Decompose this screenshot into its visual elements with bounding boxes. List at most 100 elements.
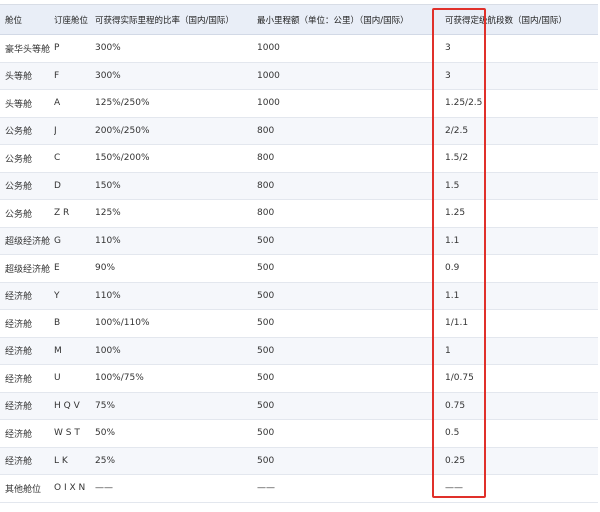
booking-class-cell: M bbox=[54, 345, 62, 356]
header-min-mileage: 最小里程额（单位：公里）（国内/国际） bbox=[257, 15, 409, 26]
mileage-ratio-cell: 150%/200% bbox=[95, 153, 150, 164]
tier-segments-cell: 1.1 bbox=[445, 290, 460, 301]
booking-class-cell: F bbox=[54, 70, 60, 81]
mileage-ratio-cell: 100%/110% bbox=[95, 318, 150, 329]
mileage-ratio-cell: 110% bbox=[95, 290, 121, 301]
tier-segments-cell: 1.25/2.5 bbox=[445, 98, 483, 109]
min-mileage-cell: 800 bbox=[257, 153, 275, 164]
cabin-cell: 经济舱 bbox=[5, 374, 33, 385]
booking-class-cell: D bbox=[54, 180, 61, 191]
min-mileage-cell: 500 bbox=[257, 345, 275, 356]
table-row: 其他舱位 O I X N —— —— —— bbox=[0, 475, 598, 503]
table-row: 经济舱 W S T 50% 500 0.5 bbox=[0, 420, 598, 448]
cabin-cell: 超级经济舱 bbox=[5, 264, 51, 275]
min-mileage-cell: 800 bbox=[257, 208, 275, 219]
min-mileage-cell: 1000 bbox=[257, 98, 280, 109]
tier-segments-cell: 0.9 bbox=[445, 263, 460, 274]
cabin-cell: 超级经济舱 bbox=[5, 237, 51, 248]
header-cabin: 舱位 bbox=[5, 15, 23, 26]
tier-segments-cell: 0.5 bbox=[445, 428, 460, 439]
mileage-ratio-cell: 100%/75% bbox=[95, 373, 144, 384]
booking-class-cell: H Q V bbox=[54, 400, 80, 411]
min-mileage-cell: 500 bbox=[257, 400, 275, 411]
mileage-ratio-cell: 100% bbox=[95, 345, 121, 356]
booking-class-cell: L K bbox=[54, 455, 68, 466]
tier-segments-cell: 0.25 bbox=[445, 455, 466, 466]
cabin-cell: 头等舱 bbox=[5, 72, 33, 83]
tier-segments-cell: 3 bbox=[445, 43, 451, 54]
min-mileage-cell: 500 bbox=[257, 263, 275, 274]
booking-class-cell: O I X N bbox=[54, 483, 86, 494]
mileage-ratio-cell: 300% bbox=[95, 43, 121, 54]
tier-segments-cell: 1.5/2 bbox=[445, 153, 469, 164]
tier-segments-cell: 1/0.75 bbox=[445, 373, 474, 384]
cabin-cell: 公务舱 bbox=[5, 154, 33, 165]
tier-segments-cell: —— bbox=[445, 483, 463, 494]
cabin-cell: 公务舱 bbox=[5, 182, 33, 193]
cabin-cell: 经济舱 bbox=[5, 402, 33, 413]
booking-class-cell: J bbox=[54, 125, 57, 136]
booking-class-cell: G bbox=[54, 235, 61, 246]
header-booking-class: 订座舱位 bbox=[54, 15, 89, 26]
table-row: 经济舱 H Q V 75% 500 0.75 bbox=[0, 392, 598, 420]
table-row: 经济舱 Y 110% 500 1.1 bbox=[0, 282, 598, 310]
header-mileage-ratio: 可获得实际里程的比率（国内/国际） bbox=[95, 15, 234, 26]
table-row: 公务舱 D 150% 800 1.5 bbox=[0, 172, 598, 200]
min-mileage-cell: 1000 bbox=[257, 43, 280, 54]
table-row: 公务舱 J 200%/250% 800 2/2.5 bbox=[0, 117, 598, 145]
min-mileage-cell: 500 bbox=[257, 318, 275, 329]
min-mileage-cell: 500 bbox=[257, 455, 275, 466]
table-row: 头等舱 F 300% 1000 3 bbox=[0, 62, 598, 90]
table-row: 经济舱 B 100%/110% 500 1/1.1 bbox=[0, 310, 598, 338]
table-row: 经济舱 L K 25% 500 0.25 bbox=[0, 447, 598, 475]
min-mileage-cell: 1000 bbox=[257, 70, 280, 81]
cabin-cell: 其他舱位 bbox=[5, 484, 42, 495]
tier-segments-cell: 2/2.5 bbox=[445, 125, 469, 136]
min-mileage-cell: 800 bbox=[257, 125, 275, 136]
cabin-cell: 头等舱 bbox=[5, 99, 33, 110]
min-mileage-cell: 500 bbox=[257, 428, 275, 439]
tier-segments-cell: 1.25 bbox=[445, 208, 466, 219]
min-mileage-cell: 800 bbox=[257, 180, 275, 191]
cabin-mileage-table: 舱位 订座舱位 可获得实际里程的比率（国内/国际） 最小里程额（单位：公里）（国… bbox=[0, 4, 598, 503]
tier-segments-cell: 1.5 bbox=[445, 180, 460, 191]
booking-class-cell: C bbox=[54, 153, 61, 164]
mileage-ratio-cell: 110% bbox=[95, 235, 121, 246]
table-row: 经济舱 M 100% 500 1 bbox=[0, 337, 598, 365]
tier-segments-cell: 1 bbox=[445, 345, 451, 356]
booking-class-cell: A bbox=[54, 98, 61, 109]
table-row: 公务舱 C 150%/200% 800 1.5/2 bbox=[0, 145, 598, 173]
booking-class-cell: W S T bbox=[54, 428, 80, 439]
cabin-cell: 经济舱 bbox=[5, 429, 33, 440]
table-header-row: 舱位 订座舱位 可获得实际里程的比率（国内/国际） 最小里程额（单位：公里）（国… bbox=[0, 5, 598, 35]
header-tier-segments: 可获得定级航段数（国内/国际） bbox=[445, 15, 567, 26]
mileage-ratio-cell: 125% bbox=[95, 208, 121, 219]
cabin-cell: 经济舱 bbox=[5, 319, 33, 330]
tier-segments-cell: 1.1 bbox=[445, 235, 460, 246]
tier-segments-cell: 1/1.1 bbox=[445, 318, 469, 329]
mileage-ratio-cell: —— bbox=[95, 483, 113, 494]
booking-class-cell: Y bbox=[54, 290, 60, 301]
booking-class-cell: Z R bbox=[54, 208, 70, 219]
cabin-cell: 经济舱 bbox=[5, 347, 33, 358]
mileage-ratio-cell: 25% bbox=[95, 455, 116, 466]
mileage-ratio-cell: 300% bbox=[95, 70, 121, 81]
mileage-ratio-cell: 90% bbox=[95, 263, 116, 274]
mileage-ratio-cell: 75% bbox=[95, 400, 116, 411]
cabin-cell: 公务舱 bbox=[5, 209, 33, 220]
min-mileage-cell: —— bbox=[257, 483, 275, 494]
booking-class-cell: E bbox=[54, 263, 60, 274]
table-row: 豪华头等舱 P 300% 1000 3 bbox=[0, 35, 598, 63]
booking-class-cell: U bbox=[54, 373, 61, 384]
table-row: 经济舱 U 100%/75% 500 1/0.75 bbox=[0, 365, 598, 393]
cabin-cell: 豪华头等舱 bbox=[5, 44, 51, 55]
tier-segments-cell: 0.75 bbox=[445, 400, 466, 411]
table-row: 超级经济舱 G 110% 500 1.1 bbox=[0, 227, 598, 255]
cabin-cell: 公务舱 bbox=[5, 127, 33, 138]
tier-segments-cell: 3 bbox=[445, 70, 451, 81]
table-body: 豪华头等舱 P 300% 1000 3 头等舱 F 300% 1000 3 头等舱 A 125%/250… bbox=[0, 35, 598, 503]
cabin-cell: 经济舱 bbox=[5, 292, 33, 303]
booking-class-cell: B bbox=[54, 318, 61, 329]
min-mileage-cell: 500 bbox=[257, 290, 275, 301]
mileage-ratio-cell: 125%/250% bbox=[95, 98, 150, 109]
